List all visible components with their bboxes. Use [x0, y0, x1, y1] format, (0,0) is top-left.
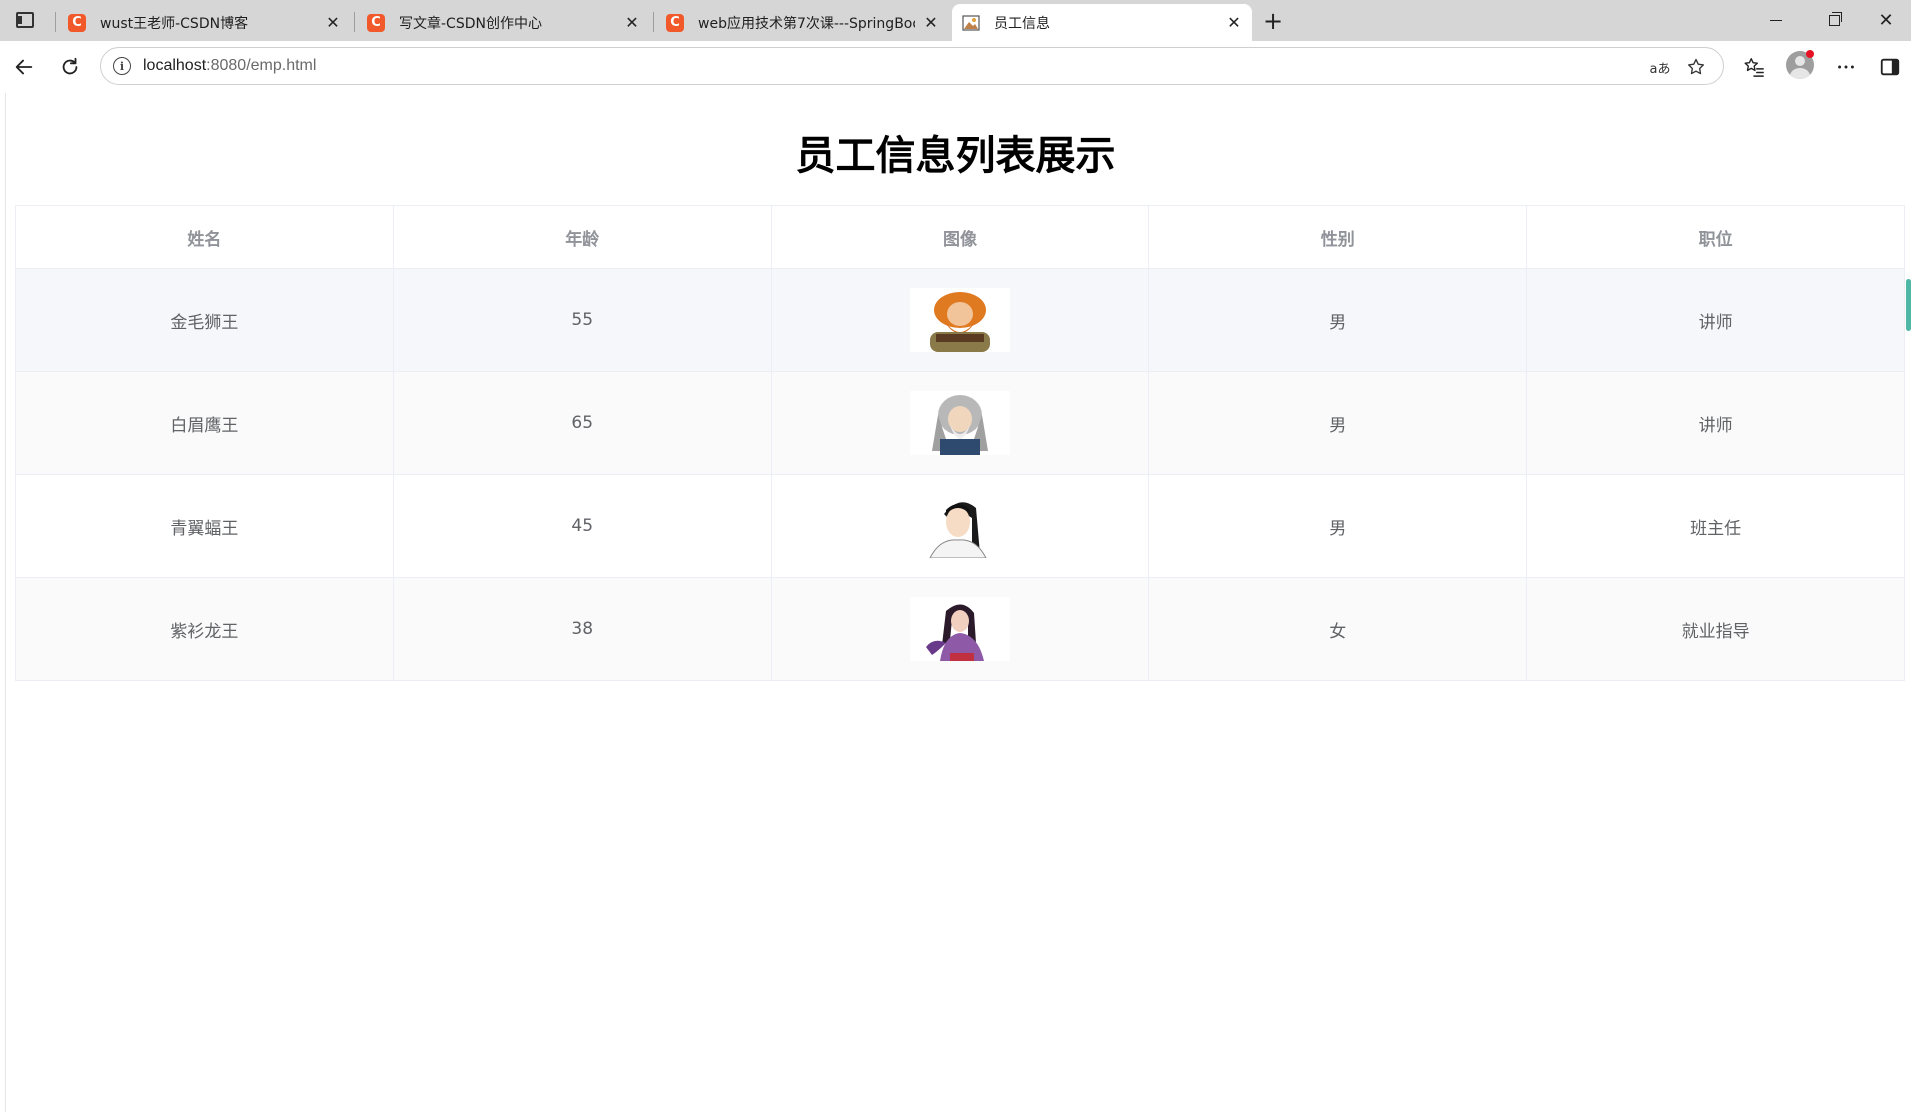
tab-3[interactable]: C web应用技术第7次课---SpringBoot ✕	[656, 4, 949, 41]
table-header-row: 姓名 年龄 图像 性别 职位	[15, 205, 1905, 269]
cell-job: 班主任	[1526, 474, 1905, 578]
minimize-button[interactable]	[1756, 8, 1796, 32]
header-age: 年龄	[392, 205, 772, 269]
header-image: 图像	[770, 205, 1150, 269]
restore-button[interactable]	[1814, 8, 1854, 32]
restore-icon	[1828, 11, 1842, 26]
url-text[interactable]: localhost:8080/emp.html	[143, 57, 316, 75]
cell-name: 紫衫龙王	[15, 577, 394, 681]
new-tab-button[interactable]: +	[1258, 7, 1288, 35]
sidebar-icon	[16, 12, 34, 28]
employee-avatar-image	[909, 597, 1010, 661]
site-info-icon[interactable]: i	[113, 57, 131, 75]
minimize-icon	[1770, 19, 1782, 21]
header-gender: 性别	[1148, 205, 1528, 269]
tab-title: web应用技术第7次课---SpringBoot	[698, 15, 915, 32]
cell-name: 白眉鹰王	[15, 371, 394, 475]
employee-table: 姓名 年龄 图像 性别 职位 金毛狮王 55 男 讲师 白眉鹰王 65 男 讲师…	[15, 205, 1905, 681]
tab-1[interactable]: C wust王老师-CSDN博客 ✕	[58, 4, 351, 41]
reload-button[interactable]	[56, 53, 84, 81]
table-row[interactable]: 青翼蝠王 45 男 班主任	[15, 474, 1905, 578]
scroll-indicator[interactable]	[1906, 279, 1911, 331]
csdn-favicon-icon: C	[367, 13, 385, 32]
notification-dot	[1806, 50, 1814, 58]
header-job: 职位	[1526, 205, 1905, 269]
address-bar[interactable]: i localhost:8080/emp.html aあ	[100, 47, 1724, 85]
tab-actions-button[interactable]	[10, 8, 40, 32]
favorites-icon	[1744, 58, 1764, 77]
header-name: 姓名	[15, 205, 394, 269]
browser-toolbar: i localhost:8080/emp.html aあ	[0, 41, 1911, 93]
close-tab-icon[interactable]: ✕	[624, 13, 640, 32]
more-dots-icon	[1838, 65, 1854, 69]
tab-title: 员工信息	[994, 15, 1050, 32]
image-favicon-icon	[962, 14, 980, 32]
tab-strip: C wust王老师-CSDN博客 ✕ C 写文章-CSDN创作中心 ✕ C we…	[0, 0, 1911, 41]
table-row[interactable]: 白眉鹰王 65 男 讲师	[15, 371, 1905, 475]
tab-4-active[interactable]: 员工信息 ✕	[952, 4, 1252, 41]
translate-icon[interactable]: aあ	[1649, 56, 1671, 78]
csdn-favicon-icon: C	[666, 13, 684, 32]
back-arrow-icon	[15, 59, 33, 75]
close-tab-icon[interactable]: ✕	[1226, 13, 1242, 32]
cell-age: 55	[392, 268, 772, 372]
table-row[interactable]: 紫衫龙王 38 女 就业指导	[15, 577, 1905, 681]
close-window-button[interactable]: ✕	[1866, 8, 1906, 32]
tab-separator	[55, 12, 56, 32]
reload-icon	[62, 57, 78, 75]
cell-image	[770, 268, 1150, 372]
cell-job: 就业指导	[1526, 577, 1905, 681]
url-path: :8080/emp.html	[206, 57, 317, 74]
close-tab-icon[interactable]: ✕	[923, 13, 939, 32]
cell-image	[770, 577, 1150, 681]
cell-gender: 男	[1148, 371, 1528, 475]
employee-avatar-image	[909, 391, 1010, 455]
tab-separator	[354, 12, 355, 32]
tab-2[interactable]: C 写文章-CSDN创作中心 ✕	[357, 4, 650, 41]
back-button[interactable]	[10, 53, 38, 81]
cell-gender: 男	[1148, 474, 1528, 578]
page-viewport: 员工信息列表展示 姓名 年龄 图像 性别 职位 金毛狮王 55 男 讲师 白眉鹰…	[0, 93, 1911, 1112]
tab-separator	[653, 12, 654, 32]
cell-job: 讲师	[1526, 371, 1905, 475]
csdn-favicon-icon: C	[68, 13, 86, 32]
viewport-border	[5, 93, 6, 1112]
cell-image	[770, 474, 1150, 578]
cell-job: 讲师	[1526, 268, 1905, 372]
close-tab-icon[interactable]: ✕	[325, 13, 341, 32]
cell-age: 38	[392, 577, 772, 681]
favorite-star-icon[interactable]	[1685, 56, 1707, 78]
cell-name: 金毛狮王	[15, 268, 394, 372]
cell-name: 青翼蝠王	[15, 474, 394, 578]
sidebar-panel-icon	[1880, 58, 1900, 76]
url-host: localhost	[143, 57, 207, 74]
tab-title: wust王老师-CSDN博客	[100, 15, 249, 32]
employee-avatar-image	[909, 494, 1010, 558]
favorites-button[interactable]	[1740, 53, 1768, 81]
settings-more-button[interactable]	[1832, 53, 1860, 81]
employee-avatar-image	[909, 288, 1010, 352]
sidebar-toggle-button[interactable]	[1876, 53, 1904, 81]
page-title: 员工信息列表展示	[795, 133, 1116, 179]
cell-age: 65	[392, 371, 772, 475]
tab-title: 写文章-CSDN创作中心	[399, 15, 542, 32]
table-row[interactable]: 金毛狮王 55 男 讲师	[15, 268, 1905, 372]
cell-image	[770, 371, 1150, 475]
cell-age: 45	[392, 474, 772, 578]
cell-gender: 女	[1148, 577, 1528, 681]
cell-gender: 男	[1148, 268, 1528, 372]
